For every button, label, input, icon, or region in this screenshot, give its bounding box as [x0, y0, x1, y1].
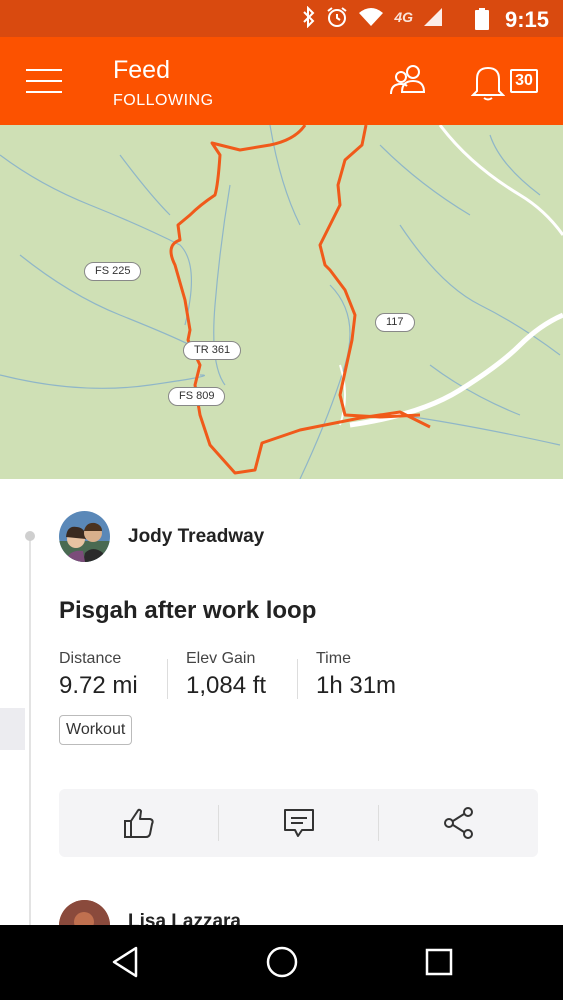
- road-label-fs809: FS 809: [168, 387, 226, 406]
- stat-label: Distance: [59, 650, 122, 667]
- system-nav-bar: [0, 925, 563, 1000]
- avatar[interactable]: [59, 511, 110, 562]
- activity-map[interactable]: FS 225 117 TR 361 FS 809: [0, 125, 563, 479]
- alarm-icon: [327, 7, 347, 27]
- stat-time: Time 1h 31m: [316, 650, 396, 700]
- bluetooth-icon: [303, 6, 315, 28]
- thumbs-up-icon: [123, 808, 154, 838]
- stat-divider: [297, 659, 298, 699]
- stat-value: 1h 31m: [316, 672, 397, 699]
- menu-icon[interactable]: [26, 69, 62, 93]
- workout-tag: Workout: [59, 715, 133, 745]
- map-graphic: [0, 125, 563, 479]
- battery-icon: [475, 8, 489, 30]
- share-button[interactable]: [379, 789, 538, 857]
- signal-icon: [424, 8, 442, 26]
- network-type: 4G: [394, 9, 413, 25]
- side-tab: [0, 708, 25, 750]
- notification-count-badge[interactable]: 30: [510, 69, 538, 93]
- comment-button[interactable]: [219, 789, 378, 857]
- feed-filter-dropdown[interactable]: FOLLOWING: [113, 92, 214, 110]
- action-bar: [59, 789, 538, 857]
- timeline-line: [29, 536, 31, 925]
- timeline-dot: [25, 531, 35, 541]
- stat-label: Time: [316, 650, 351, 667]
- page-title: Feed: [113, 56, 170, 84]
- people-icon[interactable]: [389, 63, 427, 97]
- kudos-button[interactable]: [59, 789, 218, 857]
- stat-distance: Distance 9.72 mi: [59, 650, 138, 700]
- comment-icon: [283, 809, 314, 837]
- stat-elev-gain: Elev Gain 1,084 ft: [186, 650, 266, 700]
- stat-value: 9.72 mi: [59, 672, 138, 699]
- clock: 9:15: [504, 7, 549, 32]
- activity-title[interactable]: Pisgah after work loop: [59, 597, 316, 625]
- athlete-name[interactable]: Jody Treadway: [128, 526, 264, 548]
- road-label-117: 117: [375, 313, 415, 332]
- road-label-fs225: FS 225: [84, 262, 142, 281]
- status-icons: 4G: [302, 6, 443, 28]
- bell-icon[interactable]: [471, 63, 505, 101]
- stat-divider: [167, 659, 168, 699]
- stat-value: 1,084 ft: [186, 672, 267, 699]
- stat-label: Elev Gain: [186, 650, 256, 667]
- wifi-icon: [359, 8, 384, 26]
- status-bar: 4G 9:15: [0, 0, 563, 37]
- share-icon: [443, 807, 473, 839]
- home-icon[interactable]: [265, 945, 299, 979]
- app-bar: Feed FOLLOWING 30: [0, 37, 563, 125]
- back-icon[interactable]: [111, 945, 139, 979]
- road-label-tr361: TR 361: [183, 341, 242, 360]
- recents-icon[interactable]: [424, 945, 454, 979]
